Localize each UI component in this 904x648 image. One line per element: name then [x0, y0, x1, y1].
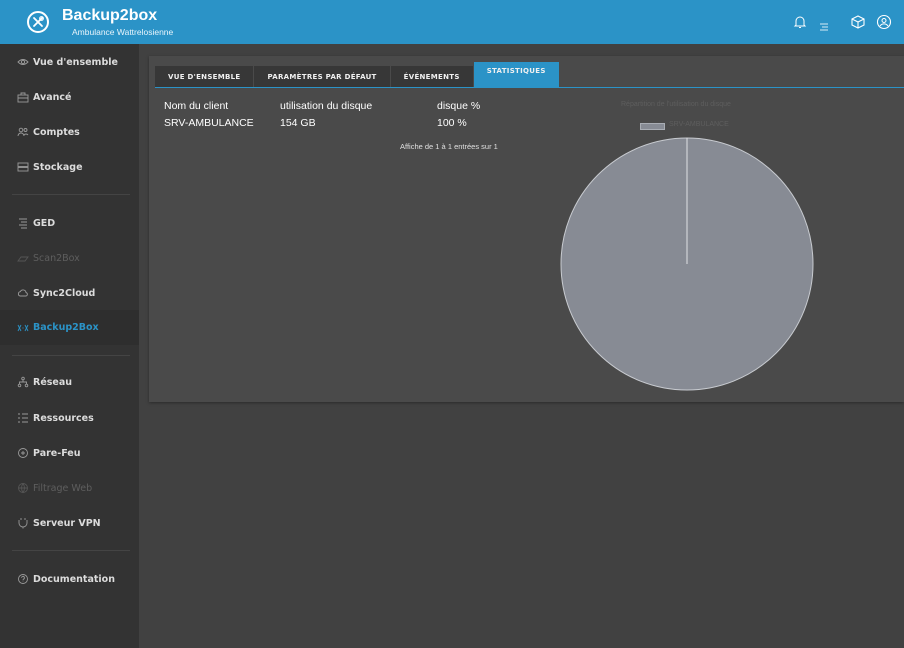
- column-header-utilisation[interactable]: utilisation du disque: [280, 100, 372, 112]
- sidebar-item-label: GED: [33, 217, 56, 229]
- top-bar: Backup2box Ambulance Wattrelosienne: [0, 0, 904, 44]
- globe-icon: [17, 482, 29, 494]
- sidebar-item-label: Filtrage Web: [33, 482, 93, 494]
- sidebar-item-label: Backup2Box: [33, 322, 99, 333]
- storage-icon: [17, 161, 29, 173]
- sidebar-item-label: Avancé: [33, 91, 72, 103]
- briefcase-icon: [17, 91, 29, 103]
- eye-icon: [17, 56, 29, 68]
- cell-disque-pct: 100 %: [437, 117, 467, 129]
- tab-statistiques[interactable]: STATISTIQUES: [473, 62, 560, 88]
- sidebar-item-avance[interactable]: Avancé: [0, 81, 139, 113]
- legend-swatch[interactable]: [640, 123, 665, 130]
- tools-logo-icon[interactable]: [27, 11, 49, 33]
- sidebar-item-label: Stockage: [33, 161, 83, 173]
- bell-icon[interactable]: [792, 14, 808, 30]
- sidebar-item-filtrage-web[interactable]: Filtrage Web: [0, 472, 139, 504]
- vpn-icon: [17, 517, 29, 529]
- tab-bar: VUE D'ENSEMBLE PARAMÈTRES PAR DÉFAUT ÉVÉ…: [155, 62, 560, 88]
- cloud-icon: [17, 287, 29, 299]
- sidebar-divider: [12, 550, 130, 551]
- sidebar-item-label: Serveur VPN: [33, 517, 101, 529]
- sidebar-item-backup2box[interactable]: Backup2Box: [0, 310, 139, 345]
- sidebar-divider: [12, 355, 130, 356]
- table-info: Affiche de 1 à 1 entrées sur 1: [400, 142, 498, 151]
- tab-parametres-defaut[interactable]: PARAMÈTRES PAR DÉFAUT: [254, 66, 391, 88]
- sidebar-item-label: Réseau: [33, 376, 73, 388]
- sidebar-item-scan2box[interactable]: Scan2Box: [0, 242, 139, 274]
- sidebar-item-documentation[interactable]: Documentation: [0, 563, 139, 595]
- help-icon: [17, 573, 29, 585]
- sidebar-item-label: Documentation: [33, 573, 115, 585]
- tab-evenements[interactable]: ÉVÉNEMENTS: [390, 66, 474, 88]
- cell-client: SRV-AMBULANCE: [164, 117, 254, 129]
- sidebar-item-label: Scan2Box: [33, 252, 80, 264]
- app-subtitle: Ambulance Wattrelosienne: [72, 27, 174, 37]
- sidebar-item-serveur-vpn[interactable]: Serveur VPN: [0, 507, 139, 539]
- backup-icon: [17, 322, 29, 334]
- sidebar-item-stockage[interactable]: Stockage: [0, 151, 139, 183]
- sidebar-item-pare-feu[interactable]: Pare-Feu: [0, 437, 139, 469]
- user-circle-icon[interactable]: [876, 14, 892, 30]
- column-header-disque-pct[interactable]: disque %: [437, 100, 480, 112]
- chart-title: Répartition de l'utilisation du disque: [621, 101, 731, 108]
- legend-label[interactable]: SRV-AMBULANCE: [669, 121, 729, 128]
- shield-icon: [17, 447, 29, 459]
- sidebar-item-vue-ensemble[interactable]: Vue d'ensemble: [0, 46, 139, 78]
- cube-icon[interactable]: [850, 14, 866, 30]
- scanner-icon: [17, 252, 29, 264]
- document-icon: [17, 217, 29, 229]
- sidebar-divider: [12, 194, 130, 195]
- sidebar-item-sync2cloud[interactable]: Sync2Cloud: [0, 277, 139, 309]
- tab-underline: [155, 87, 904, 88]
- sidebar-item-label: Ressources: [33, 412, 94, 424]
- sidebar-item-label: Sync2Cloud: [33, 287, 96, 299]
- tab-vue-ensemble[interactable]: VUE D'ENSEMBLE: [155, 66, 255, 88]
- content-card: VUE D'ENSEMBLE PARAMÈTRES PAR DÉFAUT ÉVÉ…: [149, 56, 904, 402]
- sidebar: Vue d'ensemble Avancé Comptes Stockage G…: [0, 44, 139, 648]
- sidebar-item-label: Comptes: [33, 126, 80, 138]
- list-icon: [17, 412, 29, 424]
- network-icon: [17, 376, 29, 388]
- sidebar-item-ressources[interactable]: Ressources: [0, 402, 139, 434]
- cell-utilisation: 154 GB: [280, 117, 316, 129]
- sidebar-item-ged[interactable]: GED: [0, 207, 139, 239]
- sidebar-item-reseau[interactable]: Réseau: [0, 366, 139, 398]
- users-icon: [17, 126, 29, 138]
- list-icon[interactable]: [819, 17, 829, 31]
- app-title: Backup2box: [62, 7, 158, 24]
- sidebar-item-label: Pare-Feu: [33, 447, 81, 459]
- sidebar-item-label: Vue d'ensemble: [33, 56, 118, 68]
- sidebar-item-comptes[interactable]: Comptes: [0, 116, 139, 148]
- column-header-client[interactable]: Nom du client: [164, 100, 228, 112]
- pie-chart: [560, 137, 814, 391]
